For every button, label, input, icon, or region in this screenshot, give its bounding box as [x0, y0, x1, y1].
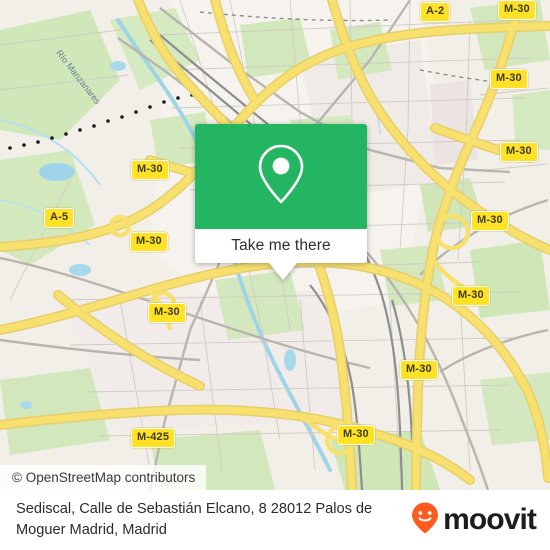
road-shield-m30-9: M-30: [400, 360, 438, 380]
moovit-smiley-pin-icon: [410, 501, 440, 540]
callout-pointer-tail: [269, 263, 297, 280]
moovit-wordmark: moovit: [443, 503, 537, 536]
road-shield-m30-4: M-30: [471, 211, 509, 231]
road-shield-m30-1: M-30: [498, 0, 536, 20]
road-shield-a2: A-2: [420, 2, 451, 22]
road-shield-m30-6: M-30: [130, 232, 168, 252]
address-text: Sediscal, Calle de Sebastián Elcano, 8 2…: [16, 501, 373, 538]
map-result-page: Río Manzanares A-2 M-30 M-30 M-30 M-30 M…: [0, 0, 550, 550]
road-shield-m30-2: M-30: [490, 69, 528, 89]
attribution-text: © OpenStreetMap contributors: [12, 470, 196, 485]
callout-pin-panel: [195, 124, 367, 229]
location-callout-card[interactable]: Take me there: [195, 124, 367, 280]
footer-bar: Sediscal, Calle de Sebastián Elcano, 8 2…: [0, 490, 550, 550]
map-canvas[interactable]: Río Manzanares A-2 M-30 M-30 M-30 M-30 M…: [0, 0, 550, 490]
take-me-there-label: Take me there: [231, 237, 331, 254]
road-shield-m30-7: M-30: [148, 303, 186, 323]
map-attribution: © OpenStreetMap contributors: [0, 465, 207, 490]
moovit-logo[interactable]: moovit: [410, 501, 537, 540]
road-shield-m30-3: M-30: [500, 142, 538, 162]
road-shield-m30-10: M-30: [337, 425, 375, 445]
map-pin-icon: [256, 143, 306, 210]
take-me-there-button[interactable]: Take me there: [195, 229, 367, 263]
road-shield-m30-5: M-30: [131, 160, 169, 180]
road-shield-a5: A-5: [44, 208, 75, 228]
road-shield-m425: M-425: [131, 428, 176, 448]
road-shield-m30-8: M-30: [452, 286, 490, 306]
